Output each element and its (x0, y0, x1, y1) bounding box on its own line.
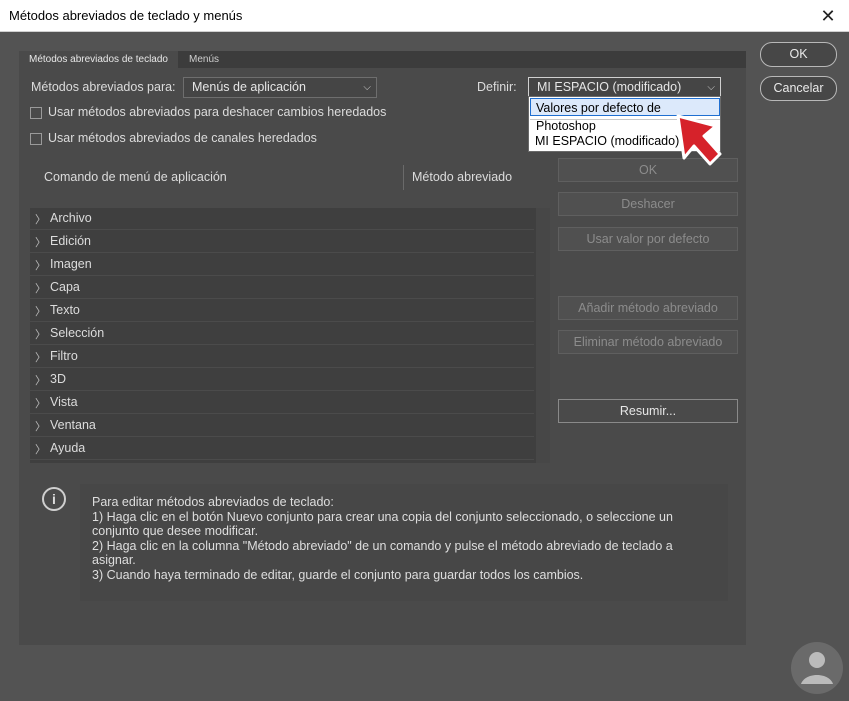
chevron-right-icon: 〉 (35, 260, 46, 272)
tab-keyboard-shortcuts[interactable]: Métodos abreviados de teclado (19, 51, 178, 68)
window-title: Métodos abreviados de teclado y menús (9, 8, 243, 23)
tree-row-label: Vista (50, 395, 78, 409)
tree-row-label: Capa (50, 280, 80, 294)
tree-row[interactable]: 〉 Capa (30, 277, 534, 299)
legacy-channels-checkbox[interactable] (30, 133, 42, 145)
tree-row-label: Ayuda (50, 441, 86, 455)
legacy-channels-label: Usar métodos abreviados de canales hered… (48, 131, 317, 145)
define-value: MI ESPACIO (modificado) (537, 80, 682, 94)
tree-row[interactable]: 〉 Ventana (30, 415, 534, 437)
chevron-right-icon: 〉 (35, 398, 46, 410)
instruction-line: conjunto que desee modificar. (92, 524, 259, 538)
summarize-button[interactable]: Resumir... (558, 399, 738, 423)
legacy-undo-label: Usar métodos abreviados para deshacer ca… (48, 105, 387, 119)
column-header-shortcut[interactable]: Método abreviado (412, 170, 512, 184)
chevron-right-icon: 〉 (35, 283, 46, 295)
tree-scrollbar[interactable] (536, 208, 550, 463)
shortcuts-for-label: Métodos abreviados para: (31, 80, 176, 94)
shortcuts-for-value: Menús de aplicación (192, 80, 306, 94)
chevron-right-icon: 〉 (35, 214, 46, 226)
instruction-line: 1) Haga clic en el botón Nuevo conjunto … (92, 510, 673, 524)
column-divider (403, 165, 404, 190)
tree-row[interactable]: 〉 Filtro (30, 346, 534, 368)
define-select[interactable]: MI ESPACIO (modificado) ⌵ (528, 77, 721, 98)
add-shortcut-button[interactable]: Añadir método abreviado (558, 296, 738, 320)
chevron-right-icon: 〉 (35, 352, 46, 364)
shortcuts-for-select[interactable]: Menús de aplicación ⌵ (183, 77, 377, 98)
menu-command-tree: 〉 Archivo 〉 Edición 〉 Imagen 〉 Capa 〉 Texto 〉… (30, 208, 550, 463)
undo-button[interactable]: Deshacer (558, 192, 738, 216)
tab-menus[interactable]: Menús (179, 51, 229, 68)
red-arrow-cursor-icon (676, 114, 722, 166)
instruction-line: asignar. (92, 553, 136, 567)
tree-row-label: Selección (50, 326, 105, 340)
legacy-undo-checkbox[interactable] (30, 107, 42, 119)
chevron-right-icon: 〉 (35, 237, 46, 249)
instructions-box: Para editar métodos abreviados de teclad… (80, 484, 728, 601)
tree-row[interactable]: 〉 Selección (30, 323, 534, 345)
tree-row[interactable]: 〉 Ayuda (30, 438, 534, 460)
tree-row-label: Archivo (50, 211, 92, 225)
remove-shortcut-button[interactable]: Eliminar método abreviado (558, 330, 738, 354)
instruction-line: 3) Cuando haya terminado de editar, guar… (92, 568, 584, 582)
instruction-line: 2) Haga clic en la columna "Método abrev… (92, 539, 673, 553)
define-label: Definir: (477, 80, 517, 94)
tree-row-label: Edición (50, 234, 91, 248)
ok-button[interactable]: OK (760, 42, 837, 67)
chevron-right-icon: 〉 (35, 329, 46, 341)
chevron-right-icon: 〉 (35, 375, 46, 387)
watermark-logo-icon (791, 642, 843, 694)
chevron-down-icon: ⌵ (363, 82, 371, 93)
tree-row-label: 3D (50, 372, 66, 386)
use-default-button[interactable]: Usar valor por defecto (558, 227, 738, 251)
cancel-button[interactable]: Cancelar (760, 76, 837, 101)
column-header-command[interactable]: Comando de menú de aplicación (44, 170, 227, 184)
tree-row[interactable]: 〉 Texto (30, 300, 534, 322)
tree-row[interactable]: 〉 Edición (30, 231, 534, 253)
tree-row-label: Imagen (50, 257, 92, 271)
chevron-down-icon: ⌵ (707, 82, 715, 93)
tree-row-label: Filtro (50, 349, 78, 363)
title-bar: Métodos abreviados de teclado y menús ✕ (0, 0, 849, 32)
chevron-right-icon: 〉 (35, 421, 46, 433)
tree-row-label: Ventana (50, 418, 96, 432)
chevron-right-icon: 〉 (35, 444, 46, 456)
tree-row[interactable]: 〉 Imagen (30, 254, 534, 276)
tree-row-label: Texto (50, 303, 80, 317)
chevron-right-icon: 〉 (35, 306, 46, 318)
close-icon[interactable]: ✕ (813, 2, 843, 30)
tree-row[interactable]: 〉 3D (30, 369, 534, 391)
instruction-line: Para editar métodos abreviados de teclad… (92, 495, 334, 509)
tree-row[interactable]: 〉 Archivo (30, 208, 534, 230)
info-icon: i (42, 487, 66, 511)
tree-row[interactable]: 〉 Vista (30, 392, 534, 414)
